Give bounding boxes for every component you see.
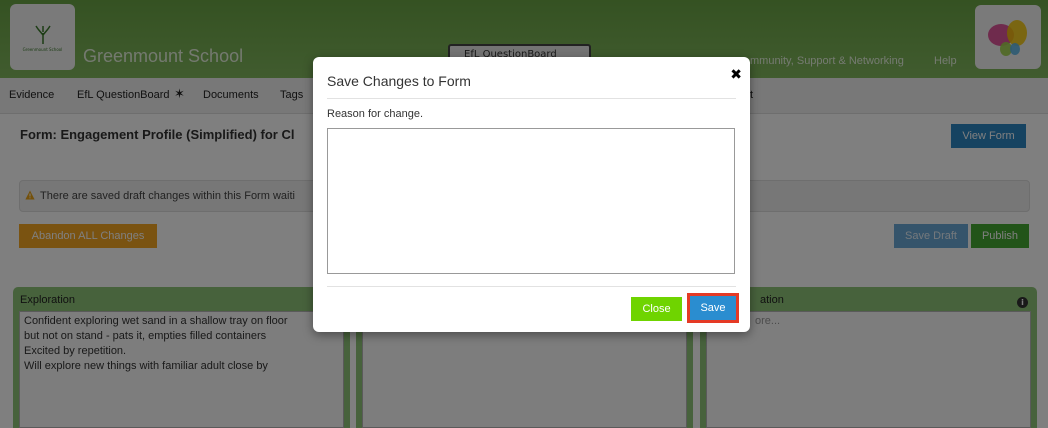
reason-textarea[interactable] xyxy=(327,128,735,274)
divider xyxy=(327,98,736,99)
reason-label: Reason for change. xyxy=(327,108,424,120)
save-changes-modal: Save Changes to Form ✖ Reason for change… xyxy=(313,57,750,332)
close-button[interactable]: Close xyxy=(631,297,682,321)
save-button[interactable]: Save xyxy=(687,293,739,323)
divider xyxy=(327,286,736,287)
close-icon[interactable]: ✖ xyxy=(730,67,742,83)
modal-title: Save Changes to Form xyxy=(327,73,471,89)
